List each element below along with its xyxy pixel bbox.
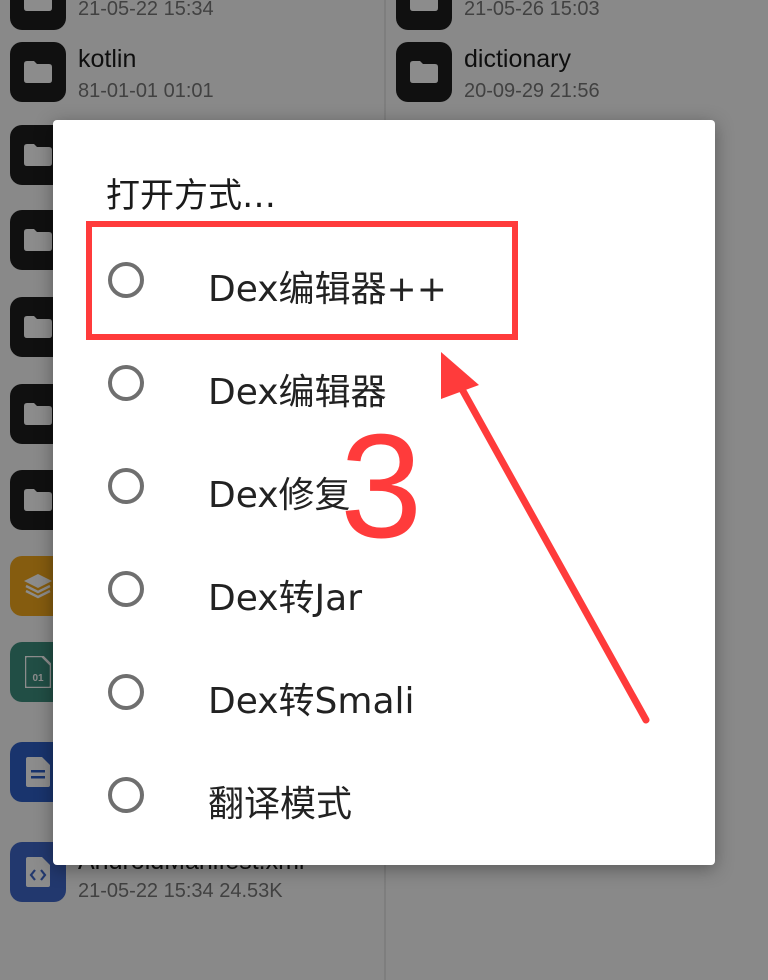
radio-button[interactable]	[108, 468, 144, 504]
option-label: Dex编辑器++	[208, 269, 447, 310]
option-dex-to-smali[interactable]: Dex转Smali	[53, 650, 715, 740]
option-translate-mode[interactable]: 翻译模式	[53, 753, 715, 843]
option-label: Dex转Smali	[208, 681, 415, 722]
radio-button[interactable]	[108, 365, 144, 401]
radio-button[interactable]	[108, 262, 144, 298]
option-label: Dex编辑器	[208, 372, 387, 413]
radio-button[interactable]	[108, 674, 144, 710]
option-dex-to-jar[interactable]: Dex转Jar	[53, 547, 715, 637]
option-dex-editor-plus[interactable]: Dex编辑器++	[53, 238, 715, 328]
radio-button[interactable]	[108, 571, 144, 607]
option-dex-repair[interactable]: Dex修复	[53, 444, 715, 534]
open-with-dialog: 打开方式… Dex编辑器++ Dex编辑器 Dex修复 Dex转Jar Dex转…	[53, 120, 715, 865]
option-label: 翻译模式	[208, 784, 353, 825]
option-label: Dex转Jar	[208, 578, 363, 619]
dialog-title: 打开方式…	[106, 176, 276, 216]
option-label: Dex修复	[208, 475, 351, 516]
option-dex-editor[interactable]: Dex编辑器	[53, 341, 715, 431]
radio-button[interactable]	[108, 777, 144, 813]
